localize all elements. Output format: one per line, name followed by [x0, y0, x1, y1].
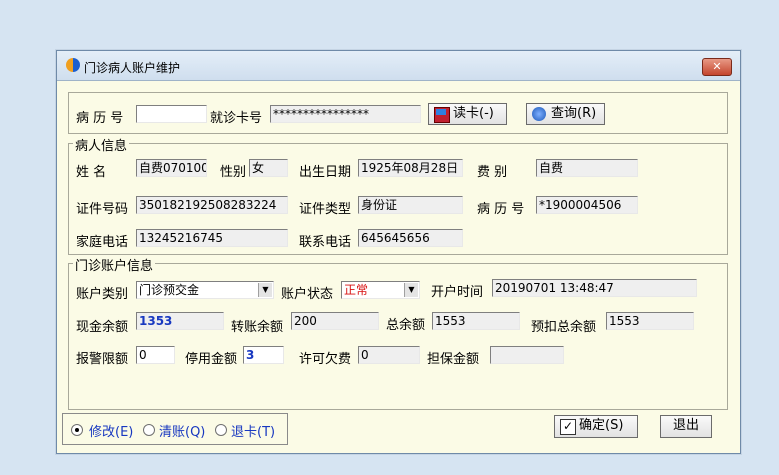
- guarantee-field[interactable]: [490, 346, 564, 364]
- stop-amount-label: 停用金额: [185, 352, 238, 367]
- check-icon: ✓: [560, 419, 576, 435]
- gender-label: 性别: [220, 165, 247, 180]
- home-phone-field[interactable]: 13245216745: [136, 229, 288, 247]
- modify-radio[interactable]: [71, 424, 83, 436]
- alarm-limit-input[interactable]: 0: [136, 346, 175, 364]
- read-card-button[interactable]: 读卡(-): [428, 103, 507, 125]
- chevron-down-icon[interactable]: ▼: [404, 283, 418, 297]
- refund-option[interactable]: 退卡(T): [215, 424, 285, 440]
- exit-label: 退出: [672, 418, 699, 433]
- open-time-field[interactable]: 20190701 13:48:47: [492, 279, 697, 297]
- close-button[interactable]: ✕: [702, 58, 732, 76]
- settle-option[interactable]: 清账(Q): [143, 424, 213, 440]
- account-status-label: 账户状态: [281, 287, 334, 302]
- search-icon: [532, 107, 546, 121]
- exit-button[interactable]: 退出: [660, 415, 712, 438]
- account-maintenance-dialog: 门诊病人账户维护 ✕ 病 历 号 就诊卡号 **************** 读…: [56, 50, 741, 454]
- name-label: 姓 名: [76, 165, 107, 180]
- read-card-label: 读卡(-): [453, 106, 494, 121]
- birth-date-label: 出生日期: [299, 165, 352, 180]
- record-no-label: 病 历 号: [76, 111, 124, 126]
- settle-label: 清账(Q): [159, 425, 206, 440]
- id-type-field[interactable]: 身份证: [358, 196, 463, 214]
- card-reader-icon: [434, 107, 450, 123]
- total-balance-field[interactable]: 1553: [432, 312, 520, 330]
- patient-record-no-label: 病 历 号: [477, 202, 525, 217]
- settle-radio[interactable]: [143, 424, 155, 436]
- open-time-label: 开户时间: [431, 285, 484, 300]
- record-no-input[interactable]: [136, 105, 207, 123]
- transfer-balance-label: 转账余额: [231, 320, 284, 335]
- account-type-select[interactable]: 门诊预交金 ▼: [136, 281, 274, 299]
- name-field[interactable]: 自费070100: [136, 159, 207, 177]
- prededuct-total-label: 预扣总余额: [531, 320, 597, 335]
- query-label: 查询(R): [551, 106, 597, 121]
- total-balance-label: 总余额: [386, 318, 426, 333]
- prededuct-total-field[interactable]: 1553: [606, 312, 694, 330]
- desktop: { "window": { "title": "门诊病人账户维护", "clos…: [0, 0, 779, 475]
- birth-date-field[interactable]: 1925年08月28日: [358, 159, 463, 177]
- search-panel: 病 历 号 就诊卡号 **************** 读卡(-) 查询(R): [68, 92, 728, 134]
- gender-field[interactable]: 女: [249, 159, 288, 177]
- guarantee-label: 担保金额: [427, 352, 480, 367]
- account-info-legend: 门诊账户信息: [73, 255, 156, 274]
- patient-info-legend: 病人信息: [73, 135, 130, 154]
- patient-info-panel: 病人信息 姓 名 自费070100 性别 女 出生日期 1925年08月28日 …: [68, 135, 728, 255]
- confirm-label: 确定(S): [579, 418, 624, 433]
- window-title: 门诊病人账户维护: [84, 61, 181, 75]
- cash-balance-field[interactable]: 1353: [136, 312, 224, 330]
- id-type-label: 证件类型: [299, 202, 352, 217]
- refund-label: 退卡(T): [231, 425, 276, 440]
- contact-phone-field[interactable]: 645645656: [358, 229, 463, 247]
- account-status-select[interactable]: 正常 ▼: [341, 281, 420, 299]
- allowed-debt-field[interactable]: 0: [358, 346, 420, 364]
- title-bar: 门诊病人账户维护 ✕: [57, 51, 740, 81]
- card-no-input[interactable]: ****************: [270, 105, 421, 123]
- id-number-label: 证件号码: [76, 202, 129, 217]
- card-no-label: 就诊卡号: [210, 111, 263, 126]
- id-number-field[interactable]: 350182192508283224: [136, 196, 288, 214]
- modify-option[interactable]: 修改(E): [71, 424, 141, 440]
- stop-amount-input[interactable]: 3: [243, 346, 284, 364]
- account-type-value: 门诊预交金: [139, 283, 200, 297]
- query-button[interactable]: 查询(R): [526, 103, 605, 125]
- allowed-debt-label: 许可欠费: [299, 352, 352, 367]
- patient-record-no-field[interactable]: *1900004506: [536, 196, 638, 214]
- alarm-limit-label: 报警限额: [76, 352, 129, 367]
- account-type-label: 账户类别: [76, 287, 129, 302]
- refund-radio[interactable]: [215, 424, 227, 436]
- cash-balance-label: 现金余额: [76, 320, 129, 335]
- home-phone-label: 家庭电话: [76, 235, 129, 250]
- fee-type-label: 费 别: [477, 165, 508, 180]
- mode-radio-group: 修改(E) 清账(Q) 退卡(T): [62, 413, 288, 445]
- modify-label: 修改(E): [89, 425, 134, 440]
- chevron-down-icon[interactable]: ▼: [258, 283, 272, 297]
- account-status-value: 正常: [344, 283, 369, 297]
- fee-type-field[interactable]: 自费: [536, 159, 638, 177]
- transfer-balance-field[interactable]: 200: [291, 312, 379, 330]
- contact-phone-label: 联系电话: [299, 235, 352, 250]
- confirm-button[interactable]: ✓ 确定(S): [554, 415, 638, 438]
- account-info-panel: 门诊账户信息 账户类别 门诊预交金 ▼ 账户状态 正常 ▼ 开户时间 20190…: [68, 255, 728, 410]
- app-logo-icon: [66, 58, 80, 72]
